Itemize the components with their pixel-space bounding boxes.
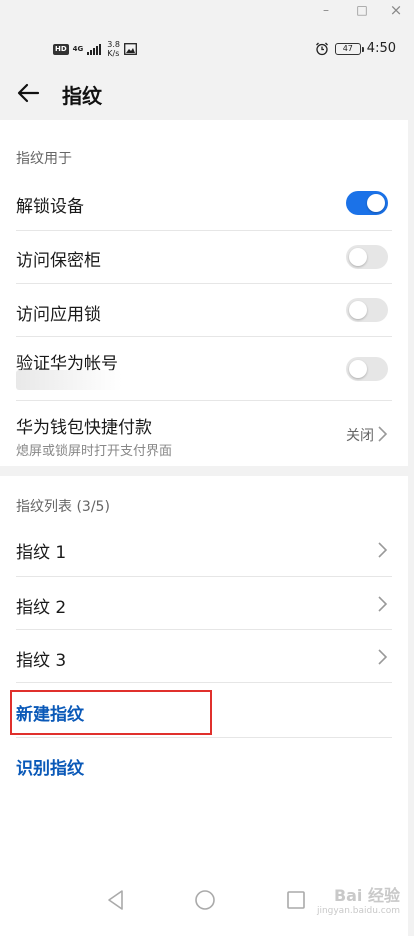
wallet-value: 关闭 — [346, 428, 374, 444]
huawei-id-toggle[interactable] — [346, 357, 388, 381]
alarm-icon — [315, 42, 328, 55]
network-speed: 3.8 K/s — [107, 40, 120, 58]
speed-value: 3.8 — [107, 40, 121, 49]
setting-label: 访问应用锁 — [16, 305, 101, 325]
battery-level: 47 — [342, 43, 353, 53]
usage-card: 指纹用于 解锁设备 访问保密柜 访问应用锁 验证华为帐号 华为钱包快捷付款 熄屏… — [0, 120, 408, 466]
unlock-device-toggle[interactable] — [346, 191, 388, 215]
chevron-right-icon — [378, 596, 388, 612]
setting-row-safe[interactable]: 访问保密柜 — [0, 231, 408, 284]
setting-row-wallet[interactable]: 华为钱包快捷付款 熄屏或锁屏时打开支付界面 关闭 — [0, 401, 408, 466]
list-section-header: 指纹列表 (3/5) — [16, 499, 110, 515]
chevron-right-icon — [378, 542, 388, 558]
nav-home-icon[interactable] — [193, 888, 217, 912]
page-title: 指纹 — [62, 84, 102, 108]
status-right: 47 4:50 — [315, 41, 396, 56]
highlight-annotation-box — [10, 690, 212, 735]
fingerprint-label: 指纹 1 — [16, 543, 67, 563]
clock: 4:50 — [366, 41, 396, 56]
redaction-overlay — [16, 370, 122, 390]
setting-label: 解锁设备 — [16, 197, 84, 217]
hd-badge: HD — [53, 43, 69, 55]
toggle-knob — [367, 194, 385, 212]
setting-label: 华为钱包快捷付款 — [16, 418, 152, 438]
fingerprint-label: 指纹 2 — [16, 598, 67, 618]
chevron-right-icon — [378, 426, 388, 442]
maximize-button[interactable]: □ — [354, 2, 370, 18]
safe-toggle[interactable] — [346, 245, 388, 269]
toggle-knob — [349, 301, 367, 319]
setting-label: 访问保密柜 — [16, 251, 101, 271]
watermark-main: Bai 经验 — [333, 886, 400, 905]
identify-fingerprint-row[interactable]: 识别指纹 — [0, 738, 408, 793]
fingerprint-item[interactable]: 指纹 3 — [0, 630, 408, 683]
nav-recents-icon[interactable] — [284, 888, 308, 912]
title-bar: 指纹 — [0, 70, 414, 120]
setting-row-unlock-device[interactable]: 解锁设备 — [0, 178, 408, 231]
fingerprint-item[interactable]: 指纹 1 — [0, 523, 408, 577]
fingerprint-label: 指纹 3 — [16, 651, 67, 671]
signal-icon — [87, 43, 102, 55]
status-left: HD 4G 3.8 K/s — [53, 40, 137, 58]
battery-icon: 47 — [334, 42, 364, 55]
minimize-button[interactable]: – — [318, 2, 334, 18]
app-lock-toggle[interactable] — [346, 298, 388, 322]
watermark-sub: jingyan.baidu.com — [316, 906, 400, 916]
network-type: 4G — [72, 45, 84, 53]
close-button[interactable]: × — [388, 2, 404, 18]
baidu-watermark: Bai 经验 jingyan.baidu.com — [317, 882, 400, 916]
usage-section-header: 指纹用于 — [16, 151, 72, 167]
toggle-knob — [349, 248, 367, 266]
setting-row-huawei-id[interactable]: 验证华为帐号 — [0, 337, 408, 401]
identify-fingerprint-button[interactable]: 识别指纹 — [16, 754, 84, 779]
status-bar: HD 4G 3.8 K/s 47 4:50 — [0, 30, 414, 70]
setting-row-app-lock[interactable]: 访问应用锁 — [0, 284, 408, 337]
image-notification-icon — [124, 43, 137, 55]
chevron-right-icon — [378, 649, 388, 665]
back-arrow-icon[interactable] — [14, 78, 44, 108]
fingerprint-item[interactable]: 指纹 2 — [0, 577, 408, 630]
toggle-knob — [349, 360, 367, 378]
speed-unit: K/s — [107, 49, 120, 58]
setting-sublabel: 熄屏或锁屏时打开支付界面 — [16, 444, 173, 459]
emulator-window-bar: – □ × — [0, 0, 414, 20]
nav-back-icon[interactable] — [104, 888, 128, 912]
